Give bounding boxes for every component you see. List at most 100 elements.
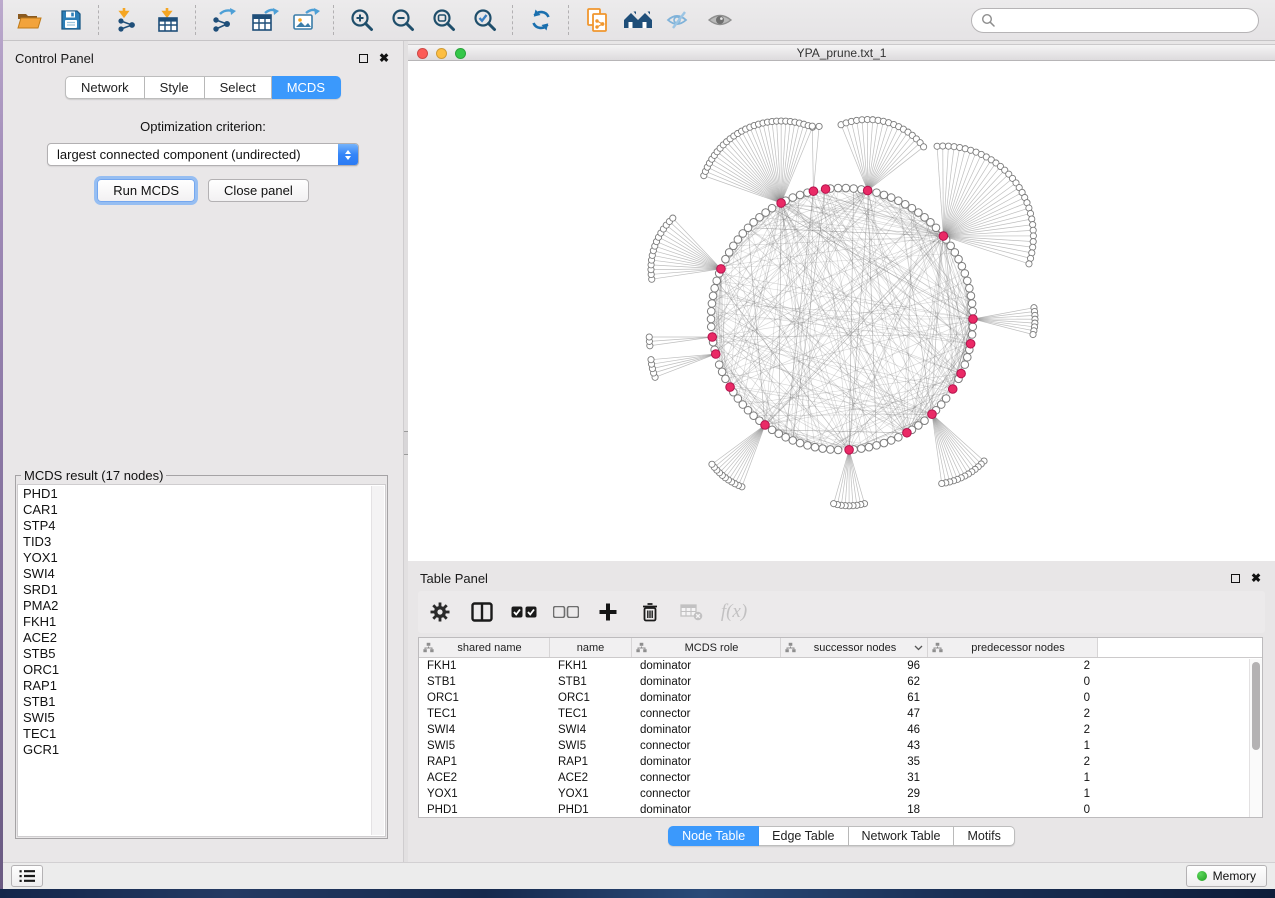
network-graph[interactable] [408, 61, 1275, 561]
criterion-dropdown[interactable]: largest connected component (undirected) [47, 143, 359, 166]
float-panel-icon[interactable] [359, 54, 368, 63]
create-column-button[interactable] [592, 596, 624, 628]
cell[interactable]: 1 [928, 788, 1098, 800]
cell[interactable]: RAP1 [419, 756, 550, 768]
close-table-panel-icon[interactable]: ✖ [1251, 573, 1261, 583]
cell[interactable]: YOX1 [419, 788, 550, 800]
mcds-result-item[interactable]: ACE2 [23, 630, 385, 646]
cell[interactable]: 18 [781, 804, 928, 816]
cell[interactable]: PHD1 [550, 804, 632, 816]
column-header-predecessor-nodes[interactable]: predecessor nodes [928, 638, 1098, 657]
cell[interactable]: RAP1 [550, 756, 632, 768]
cell[interactable]: TEC1 [419, 708, 550, 720]
mcds-result-item[interactable]: SWI5 [23, 710, 385, 726]
mcds-result-item[interactable]: STP4 [23, 518, 385, 534]
mcds-result-item[interactable]: TEC1 [23, 726, 385, 742]
table-row-FKH1[interactable]: FKH1FKH1dominator962 [419, 658, 1262, 674]
export-network-button[interactable] [203, 3, 244, 37]
cell[interactable]: SWI4 [550, 724, 632, 736]
panel-selector-button[interactable] [11, 865, 43, 887]
tab-mcds[interactable]: MCDS [272, 76, 341, 99]
cell[interactable]: 96 [781, 660, 928, 672]
table-row-SWI5[interactable]: SWI5SWI5connector431 [419, 738, 1262, 754]
cell[interactable]: TEC1 [550, 708, 632, 720]
cell[interactable]: STB1 [550, 676, 632, 688]
cell[interactable]: connector [632, 772, 781, 784]
cell[interactable]: 2 [928, 756, 1098, 768]
mcds-result-item[interactable]: CAR1 [23, 502, 385, 518]
cell[interactable]: 1 [928, 772, 1098, 784]
cell[interactable]: FKH1 [419, 660, 550, 672]
cell[interactable]: SWI4 [419, 724, 550, 736]
search-input[interactable] [1001, 13, 1249, 28]
cell[interactable]: ACE2 [550, 772, 632, 784]
cell[interactable]: 29 [781, 788, 928, 800]
table-row-SWI4[interactable]: SWI4SWI4dominator462 [419, 722, 1262, 738]
table-tab-edge-table[interactable]: Edge Table [759, 826, 848, 846]
table-row-ACE2[interactable]: ACE2ACE2connector311 [419, 770, 1262, 786]
hide-selected-button[interactable] [658, 3, 699, 37]
column-header-MCDS-role[interactable]: MCDS role [632, 638, 781, 657]
table-row-PHD1[interactable]: PHD1PHD1dominator180 [419, 802, 1262, 818]
cell[interactable]: dominator [632, 756, 781, 768]
mcds-result-item[interactable]: SWI4 [23, 566, 385, 582]
cell[interactable]: 0 [928, 692, 1098, 704]
cell[interactable]: 61 [781, 692, 928, 704]
cell[interactable]: SWI5 [550, 740, 632, 752]
cell[interactable]: FKH1 [550, 660, 632, 672]
table-tab-node-table[interactable]: Node Table [668, 826, 759, 846]
table-settings-button[interactable] [424, 596, 456, 628]
import-network-button[interactable] [106, 3, 147, 37]
zoom-selected-button[interactable] [464, 3, 505, 37]
first-neighbors-button[interactable] [617, 3, 658, 37]
mcds-result-item[interactable]: RAP1 [23, 678, 385, 694]
cell[interactable]: 62 [781, 676, 928, 688]
table-scrollbar[interactable] [1249, 659, 1262, 817]
show-all-button[interactable] [699, 3, 740, 37]
import-table-button[interactable] [147, 3, 188, 37]
cell[interactable]: 1 [928, 740, 1098, 752]
cell[interactable]: dominator [632, 676, 781, 688]
cell[interactable]: connector [632, 740, 781, 752]
function-builder-button[interactable]: f(x) [718, 596, 750, 628]
column-header-shared-name[interactable]: shared name [419, 638, 550, 657]
table-row-RAP1[interactable]: RAP1RAP1dominator352 [419, 754, 1262, 770]
delete-table-button[interactable] [676, 596, 708, 628]
cell[interactable]: connector [632, 788, 781, 800]
cell[interactable]: ORC1 [419, 692, 550, 704]
network-canvas[interactable] [408, 61, 1275, 561]
table-row-TEC1[interactable]: TEC1TEC1connector472 [419, 706, 1262, 722]
cell[interactable]: 2 [928, 724, 1098, 736]
mcds-result-item[interactable]: ORC1 [23, 662, 385, 678]
cell[interactable]: 0 [928, 676, 1098, 688]
cell[interactable]: dominator [632, 660, 781, 672]
column-header-name[interactable]: name [550, 638, 632, 657]
open-session-button[interactable] [9, 3, 50, 37]
cell[interactable]: dominator [632, 804, 781, 816]
minimize-window-icon[interactable] [436, 48, 447, 59]
cell[interactable]: PHD1 [419, 804, 550, 816]
column-header-successor-nodes[interactable]: successor nodes [781, 638, 928, 657]
panel-splitter[interactable] [403, 41, 408, 862]
close-window-icon[interactable] [417, 48, 428, 59]
show-column-panel-button[interactable] [466, 596, 498, 628]
cell[interactable]: 2 [928, 708, 1098, 720]
mcds-result-item[interactable]: PHD1 [23, 486, 385, 502]
close-panel-icon[interactable]: ✖ [379, 53, 389, 63]
cell[interactable]: 46 [781, 724, 928, 736]
mcds-result-item[interactable]: SRD1 [23, 582, 385, 598]
cell[interactable]: dominator [632, 692, 781, 704]
memory-button[interactable]: Memory [1186, 865, 1267, 887]
cell[interactable]: ACE2 [419, 772, 550, 784]
mcds-result-item[interactable]: GCR1 [23, 742, 385, 758]
cell[interactable]: 43 [781, 740, 928, 752]
close-panel-button[interactable]: Close panel [208, 179, 309, 202]
float-table-panel-icon[interactable] [1231, 574, 1240, 583]
cell[interactable]: connector [632, 708, 781, 720]
select-all-columns-button[interactable] [508, 596, 540, 628]
table-tab-motifs[interactable]: Motifs [954, 826, 1014, 846]
cell[interactable]: SWI5 [419, 740, 550, 752]
cell[interactable]: STB1 [419, 676, 550, 688]
splitter-handle-icon[interactable] [404, 431, 408, 455]
cell[interactable]: 2 [928, 660, 1098, 672]
